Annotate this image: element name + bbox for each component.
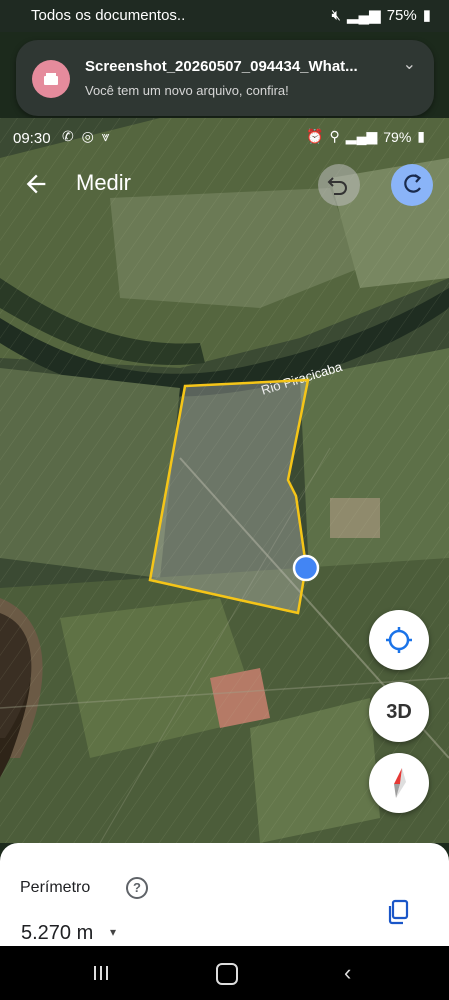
perimeter-value: 5.270 m bbox=[21, 922, 94, 944]
signal-icon: ▂▄▆ bbox=[347, 7, 381, 24]
current-location-dot[interactable] bbox=[292, 554, 320, 582]
status-notification-text: Todos os documentos.. bbox=[31, 7, 186, 24]
measurement-sheet: Perímetro ? 5.270 m ▾ bbox=[0, 843, 449, 946]
system-nav-bar: ‹ bbox=[0, 946, 449, 1000]
app-bar: Medir bbox=[0, 160, 449, 208]
inner-time: 09:30 bbox=[13, 130, 51, 147]
notification-title: Screenshot_20260507_094434_What... bbox=[85, 58, 358, 75]
help-icon[interactable]: ? bbox=[126, 877, 148, 899]
home-icon[interactable] bbox=[216, 963, 238, 985]
chevron-down-icon[interactable]: ⌄ bbox=[403, 54, 416, 74]
status-icons: 🔇︎ ▂▄▆ 75% ▮ bbox=[331, 6, 431, 25]
inner-status-icons: ⏰ ⚲ ▂▄▆ 79% ▮ bbox=[306, 128, 425, 145]
my-location-button[interactable] bbox=[369, 610, 429, 670]
location-icon: ⚲ bbox=[329, 128, 340, 144]
mute-icon: 🔇︎ bbox=[331, 6, 341, 24]
inner-battery-text: 79% bbox=[383, 128, 412, 145]
system-status-bar: Todos os documentos.. 🔇︎ ▂▄▆ 75% ▮ bbox=[0, 0, 449, 32]
battery-text: 75% bbox=[386, 6, 417, 24]
undo-icon bbox=[327, 177, 347, 195]
alarm-icon: ⏰ bbox=[306, 128, 324, 144]
unit-dropdown-arrow-icon[interactable]: ▾ bbox=[110, 925, 116, 939]
recent-apps-icon[interactable] bbox=[92, 964, 110, 982]
redo-button[interactable] bbox=[391, 164, 433, 206]
compass-icon bbox=[394, 768, 406, 798]
copy-icon[interactable] bbox=[386, 899, 410, 925]
file-notification[interactable]: Screenshot_20260507_094434_What... Você … bbox=[16, 40, 434, 116]
crosshair-icon bbox=[386, 627, 412, 653]
toggle-3d-button[interactable]: 3D bbox=[369, 682, 429, 742]
app-icon bbox=[32, 60, 70, 98]
undo-button[interactable] bbox=[318, 164, 360, 206]
page-title: Medir bbox=[76, 170, 132, 195]
compass-button[interactable] bbox=[369, 753, 429, 813]
battery-icon: ▮ bbox=[422, 7, 431, 24]
notification-body: Você tem um novo arquivo, confira! bbox=[85, 83, 289, 98]
whatsapp-icon: ✆ ◎ ⩔ bbox=[62, 128, 112, 144]
inner-status-bar: 09:30 ✆ ◎ ⩔ ⏰ ⚲ ▂▄▆ 79% ▮ bbox=[0, 122, 449, 152]
perimeter-label: Perímetro bbox=[20, 879, 91, 896]
battery-icon: ▮ bbox=[417, 128, 425, 144]
signal-icon: ▂▄▆ bbox=[345, 128, 378, 144]
nav-back-icon[interactable]: ‹ bbox=[344, 960, 351, 986]
redo-icon bbox=[404, 174, 422, 193]
back-arrow-icon[interactable] bbox=[22, 170, 50, 198]
